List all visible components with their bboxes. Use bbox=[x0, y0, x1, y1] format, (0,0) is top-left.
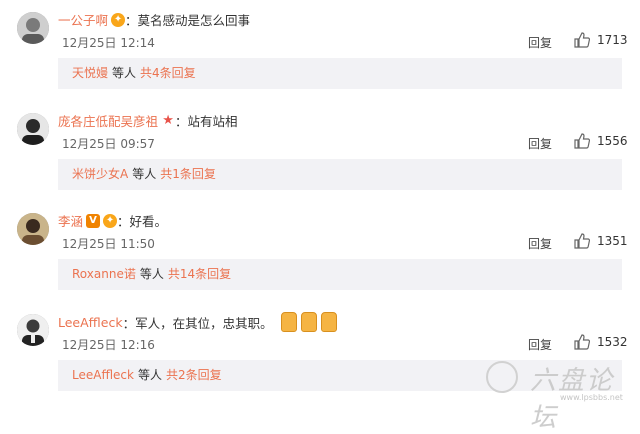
reply-button[interactable]: 回复 bbox=[528, 135, 552, 152]
like-count: 1532 bbox=[597, 335, 628, 349]
separator: ： bbox=[175, 114, 188, 129]
reply-names[interactable]: 米饼少女A bbox=[72, 167, 128, 181]
reply-mid-text: 等人 bbox=[139, 267, 164, 281]
avatar[interactable] bbox=[17, 213, 49, 245]
reply-names[interactable]: 天悦嫚 bbox=[72, 66, 108, 80]
fan-badge-icon: ✦ bbox=[103, 213, 118, 228]
comment-text: 好看。 bbox=[129, 214, 168, 229]
thumbs-up-emoji-icon bbox=[300, 312, 317, 332]
reply-button[interactable]: 回复 bbox=[528, 235, 552, 252]
thumbs-up-icon bbox=[574, 334, 591, 350]
avatar[interactable] bbox=[17, 113, 49, 145]
username[interactable]: LeeAffleck bbox=[58, 315, 123, 330]
separator: ： bbox=[117, 214, 130, 229]
reply-mid-text: 等人 bbox=[137, 368, 162, 382]
username[interactable]: 一公子啊 bbox=[58, 10, 108, 29]
like-count: 1556 bbox=[597, 134, 628, 148]
watermark-url: www.lpsbbs.net bbox=[560, 393, 623, 402]
thumbs-up-icon bbox=[574, 133, 591, 149]
reply-summary[interactable]: Roxanne诺 等人 共14条回复 bbox=[58, 259, 622, 290]
star-badge-icon: ★ bbox=[162, 112, 174, 128]
like-button[interactable]: 1556 bbox=[573, 132, 628, 150]
thumbs-up-emoji-group bbox=[280, 312, 341, 332]
username[interactable]: 庞各庄低配吴彦祖 bbox=[58, 111, 158, 130]
like-count: 1351 bbox=[597, 234, 628, 248]
thumbs-up-icon bbox=[574, 32, 591, 48]
comment-text: 站有站相 bbox=[187, 114, 238, 129]
reply-summary[interactable]: 米饼少女A 等人 共1条回复 bbox=[58, 159, 622, 190]
reply-total-link[interactable]: 共4条回复 bbox=[140, 66, 196, 80]
reply-names[interactable]: LeeAffleck bbox=[72, 368, 134, 382]
verified-v-badge-icon: V bbox=[86, 213, 101, 228]
watermark-logo-icon bbox=[486, 361, 518, 393]
timestamp: 12月25日 09:57 bbox=[62, 137, 155, 151]
reply-total-link[interactable]: 共1条回复 bbox=[160, 167, 216, 181]
reply-mid-text: 等人 bbox=[132, 167, 157, 181]
reply-total-link[interactable]: 共14条回复 bbox=[168, 267, 231, 281]
comment-item: 庞各庄低配吴彦祖 ★ ： 站有站相 12月25日 09:57 回复 1556 米… bbox=[0, 101, 640, 202]
thumbs-up-emoji-icon bbox=[320, 312, 337, 332]
timestamp: 12月25日 12:14 bbox=[62, 36, 155, 50]
separator: ： bbox=[125, 13, 138, 28]
comment-text: 军人，在其位，忠其职。 bbox=[135, 315, 273, 331]
avatar[interactable] bbox=[17, 12, 49, 44]
timestamp: 12月25日 12:16 bbox=[62, 338, 155, 352]
comment-item: 一公子啊 ✦ ： 莫名感动是怎么回事 12月25日 12:14 回复 1713 … bbox=[0, 0, 640, 101]
reply-total-link[interactable]: 共2条回复 bbox=[166, 368, 222, 382]
reply-button[interactable]: 回复 bbox=[528, 34, 552, 51]
comment-text: 莫名感动是怎么回事 bbox=[137, 13, 251, 28]
comment-item: 李涵 V ✦ ： 好看。 12月25日 11:50 回复 1351 Roxann… bbox=[0, 201, 640, 302]
reply-button[interactable]: 回复 bbox=[528, 336, 552, 353]
fan-badge-icon: ✦ bbox=[111, 12, 126, 27]
like-button[interactable]: 1532 bbox=[573, 333, 628, 351]
avatar[interactable] bbox=[17, 314, 49, 346]
reply-names[interactable]: Roxanne诺 bbox=[72, 267, 136, 281]
like-button[interactable]: 1351 bbox=[573, 232, 628, 250]
like-count: 1713 bbox=[597, 33, 628, 47]
timestamp: 12月25日 11:50 bbox=[62, 237, 155, 251]
reply-summary[interactable]: 天悦嫚 等人 共4条回复 bbox=[58, 58, 622, 89]
username[interactable]: 李涵 bbox=[58, 211, 83, 230]
separator: ： bbox=[122, 315, 136, 331]
thumbs-up-icon bbox=[574, 233, 591, 249]
reply-mid-text: 等人 bbox=[112, 66, 137, 80]
thumbs-up-emoji-icon bbox=[280, 312, 297, 332]
like-button[interactable]: 1713 bbox=[573, 31, 628, 49]
